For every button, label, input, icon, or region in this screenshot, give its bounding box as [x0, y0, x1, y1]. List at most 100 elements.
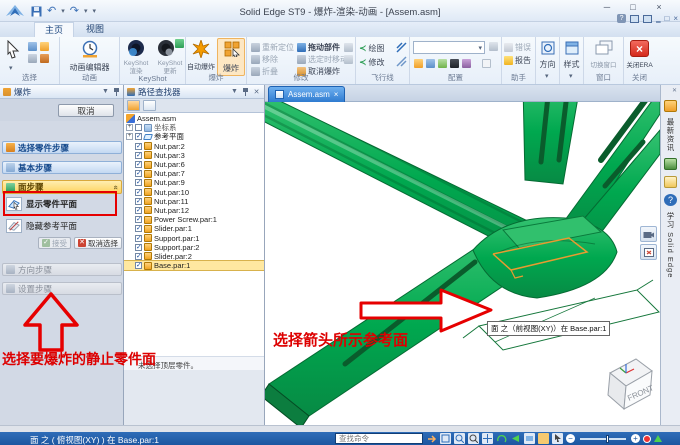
item-checkbox[interactable] — [135, 143, 142, 150]
keyshot-update-icon[interactable] — [156, 39, 176, 59]
pathfinder-item[interactable]: Nut.par:12 — [124, 206, 264, 215]
named-views-icon[interactable] — [524, 433, 535, 444]
flight-line-style2-icon[interactable] — [396, 56, 407, 67]
pathfinder-item[interactable]: Nut.par:6 — [124, 160, 264, 169]
flight-line-style1-icon[interactable] — [396, 42, 407, 53]
zoom-slider-handle[interactable] — [606, 435, 609, 443]
auto-explode-icon[interactable] — [192, 40, 210, 58]
item-checkbox[interactable] — [135, 124, 142, 131]
step-direction[interactable]: 方向步骤 — [2, 263, 122, 276]
orientation-dropdown-icon[interactable] — [545, 69, 549, 83]
sidebar-close-icon[interactable]: ✕ — [672, 87, 677, 94]
config-new-icon[interactable] — [414, 59, 423, 68]
doc-minimize-icon[interactable]: ‗ — [656, 14, 660, 23]
look-at-face-icon[interactable] — [510, 433, 521, 444]
cancel-button[interactable]: 取消 — [58, 104, 114, 117]
switch-window-button[interactable]: 切换窗口 — [584, 59, 623, 69]
close-era-button[interactable]: 关闭ERA — [624, 59, 655, 69]
orientation-icon[interactable] — [541, 41, 555, 55]
select-clear-icon[interactable] — [28, 54, 37, 63]
accept-button[interactable]: ✓ 接受 — [38, 237, 71, 249]
view-styles-icon[interactable] — [538, 433, 549, 444]
pan-icon[interactable] — [482, 433, 493, 444]
close-era-icon[interactable]: × — [630, 40, 649, 57]
close-view-button[interactable] — [640, 244, 657, 260]
item-checkbox[interactable] — [135, 244, 142, 251]
deselect-button[interactable]: ✕ 取消选择 — [74, 237, 122, 249]
pathfinder-flat-tab[interactable] — [143, 100, 156, 111]
zoom-out-icon[interactable]: − — [566, 434, 575, 443]
collapse-step-icon[interactable]: « — [111, 185, 120, 189]
help-icon[interactable]: ? — [617, 14, 626, 23]
camera-view-button[interactable] — [640, 226, 657, 242]
pathfinder-item[interactable]: Slider.par:2 — [124, 252, 264, 261]
3d-canvas[interactable]: 选择箭头所示参考面 面 之（前视图(XY)）在 Base.par:1 — [265, 102, 660, 425]
cascade-window-icon[interactable] — [630, 15, 639, 23]
modify-extra1-icon[interactable] — [344, 43, 353, 52]
item-checkbox[interactable] — [135, 253, 142, 260]
gallery-icon[interactable] — [664, 158, 677, 170]
document-tab-assem[interactable]: Assem.asm × — [268, 86, 345, 102]
panel-menu-icon[interactable]: ▼ — [101, 88, 110, 95]
zoom-area-icon[interactable] — [454, 433, 465, 444]
config-open-icon[interactable] — [426, 59, 435, 68]
pathfinder-pin-icon[interactable] — [242, 88, 249, 96]
go-arrow-icon[interactable] — [427, 434, 437, 444]
style-icon[interactable] — [565, 41, 579, 55]
save-icon[interactable] — [31, 6, 42, 17]
pathfinder-item[interactable]: Power Screw.par:1 — [124, 215, 264, 224]
item-checkbox[interactable] — [135, 179, 142, 186]
item-checkbox[interactable] — [135, 152, 142, 159]
pathfinder-item[interactable]: Support.par:1 — [124, 233, 264, 242]
upload-icon[interactable] — [654, 435, 662, 442]
keyshot-sync-icon[interactable] — [175, 39, 184, 48]
pathfinder-item[interactable]: Nut.par:2 — [124, 142, 264, 151]
configuration-combobox[interactable] — [413, 41, 485, 54]
animation-editor-icon[interactable] — [81, 40, 99, 58]
tab-home[interactable]: 主页 — [34, 22, 74, 37]
remove-button[interactable]: 移除 — [251, 54, 278, 65]
select-options-icon[interactable] — [40, 42, 49, 51]
pathfinder-item[interactable]: 坐标系 — [124, 123, 264, 132]
item-checkbox[interactable] — [135, 161, 142, 168]
sidebar-tab-news[interactable]: 最新资讯 — [665, 118, 676, 152]
pathfinder-tree-tab[interactable] — [127, 100, 140, 111]
step-basic[interactable]: 基本步骤 — [2, 161, 122, 174]
record-icon[interactable] — [643, 435, 651, 443]
errors-button[interactable]: 错误 — [504, 42, 531, 53]
undo-icon[interactable] — [47, 5, 56, 17]
news-panel-icon[interactable] — [664, 100, 677, 112]
pathfinder-item[interactable]: Base.par:1 — [124, 261, 264, 270]
config-delete-icon[interactable] — [462, 59, 471, 68]
expand-toggle-icon[interactable] — [126, 133, 133, 140]
auto-explode-button[interactable]: 自动爆炸 — [186, 62, 216, 72]
item-checkbox[interactable] — [135, 262, 142, 269]
item-checkbox[interactable] — [135, 216, 142, 223]
move-selected-button[interactable]: 选定时移动 — [297, 54, 348, 65]
step-select-parts[interactable]: 选择零件步骤 — [2, 141, 122, 154]
config-check-icon[interactable] — [482, 59, 491, 68]
camera-icon[interactable] — [450, 59, 459, 68]
item-checkbox[interactable] — [135, 225, 142, 232]
tab-view[interactable]: 视图 — [76, 22, 114, 37]
report-button[interactable]: 报告 — [504, 55, 531, 66]
explode-command-button[interactable]: 爆炸 — [217, 38, 245, 76]
pathfinder-item[interactable]: Nut.par:3 — [124, 151, 264, 160]
tile-window-icon[interactable] — [643, 15, 652, 23]
item-checkbox[interactable] — [135, 133, 142, 140]
pathfinder-item[interactable]: Nut.par:11 — [124, 197, 264, 206]
style-dropdown-icon[interactable] — [569, 69, 573, 83]
redo-icon[interactable] — [70, 5, 79, 17]
pin-icon[interactable] — [113, 88, 120, 96]
pathfinder-menu-icon[interactable]: ▼ — [230, 88, 239, 95]
pathfinder-item[interactable]: Support.par:2 — [124, 243, 264, 252]
item-checkbox[interactable] — [135, 235, 142, 242]
sidebar-tab-learn[interactable]: 学习 Solid Edge — [665, 212, 676, 278]
rotate-icon[interactable] — [496, 433, 507, 444]
keyshot-render-icon[interactable] — [126, 39, 146, 59]
undo-dropdown-icon[interactable] — [61, 4, 65, 18]
zoom-in-icon[interactable]: + — [631, 434, 640, 443]
view-cube[interactable]: FRONT — [596, 351, 658, 417]
document-tab-close-icon[interactable]: × — [334, 90, 339, 99]
pathfinder-item[interactable]: 参考平面 — [124, 132, 264, 141]
